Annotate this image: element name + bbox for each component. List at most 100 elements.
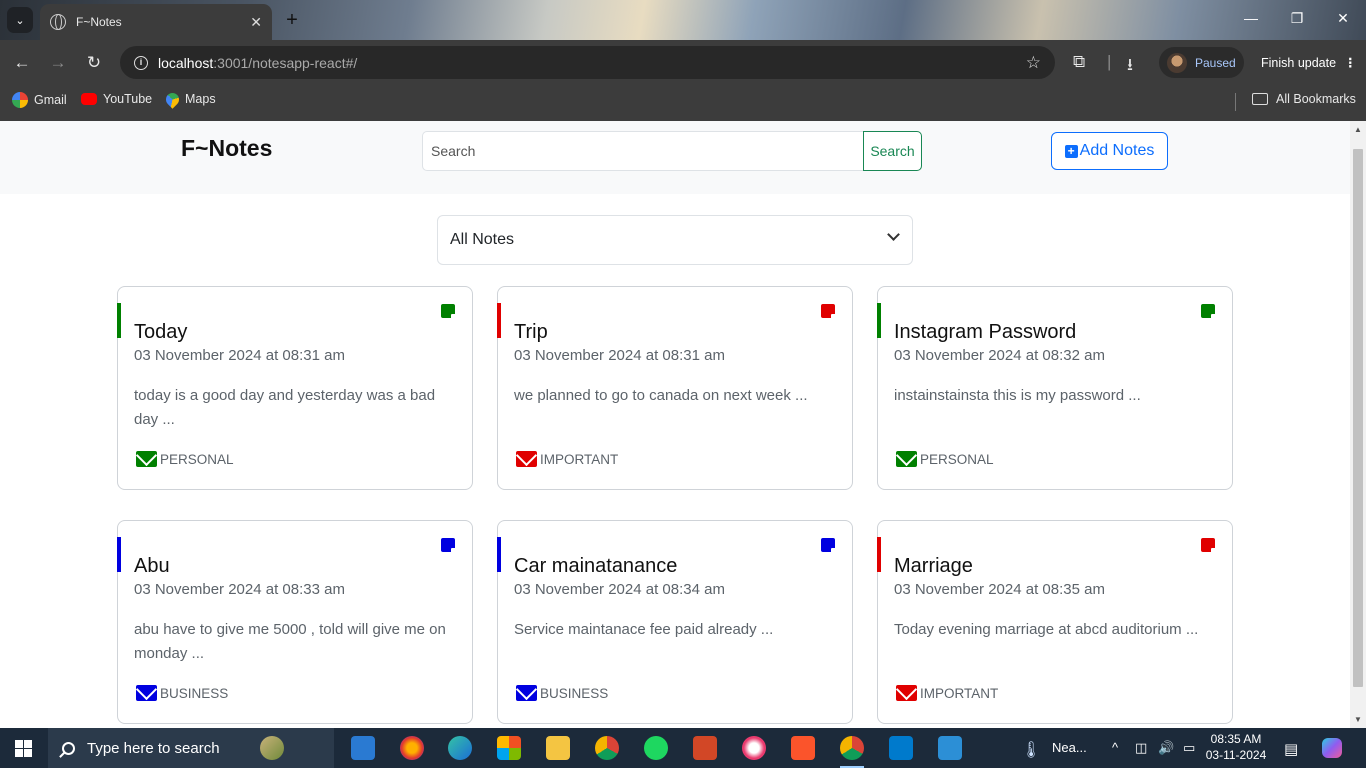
powerpoint-icon[interactable] — [693, 736, 717, 760]
meet-icon[interactable]: ◫ — [1135, 740, 1147, 756]
note-card[interactable]: Marriage 03 November 2024 at 08:35 am Toda… — [877, 520, 1233, 724]
finish-update-label: Finish update — [1261, 55, 1337, 70]
photos-icon[interactable] — [938, 736, 962, 760]
back-button[interactable]: ← — [11, 52, 33, 74]
tab-close-icon[interactable]: ✕ — [250, 14, 262, 31]
copilot-icon[interactable] — [1322, 738, 1342, 758]
note-body: Service maintanace fee paid already ... — [514, 621, 774, 638]
bookmarks-separator — [1235, 93, 1236, 111]
chevron-down-icon — [887, 228, 900, 241]
all-bookmarks-label: All Bookmarks — [1276, 92, 1356, 106]
note-color-square-icon[interactable] — [1201, 304, 1216, 319]
brave-icon[interactable] — [791, 736, 815, 760]
note-date: 03 November 2024 at 08:34 am — [514, 581, 725, 598]
reload-button[interactable]: ↻ — [83, 52, 105, 74]
note-date: 03 November 2024 at 08:35 am — [894, 581, 1105, 598]
browser-toolbar: ← → ↻ i localhost:3001/notesapp-react#/ … — [0, 40, 1366, 84]
all-bookmarks-button[interactable]: All Bookmarks — [1252, 92, 1356, 106]
vscode-icon[interactable] — [889, 736, 913, 760]
browser-tab[interactable]: F~Notes ✕ — [40, 4, 272, 40]
note-card[interactable]: Abu 03 November 2024 at 08:33 am abu have … — [117, 520, 473, 724]
note-tag: IMPORTANT — [896, 685, 998, 701]
itunes-icon[interactable] — [742, 736, 766, 760]
bookmarks-bar: Gmail YouTube Maps All Bookmarks — [0, 84, 1366, 121]
bookmark-star-icon[interactable]: ☆ — [1026, 53, 1041, 73]
finish-update-button[interactable]: Finish update ⋮ — [1252, 47, 1362, 78]
profile-button[interactable]: Paused — [1159, 47, 1244, 78]
chrome-active-icon[interactable] — [840, 736, 864, 768]
page-content: F~Notes Search + Add Notes All Notes Tod… — [0, 121, 1350, 728]
notes-filter-select[interactable]: All Notes — [437, 215, 913, 265]
page-scrollbar[interactable]: ▲ ▼ — [1350, 121, 1366, 728]
search-input[interactable] — [422, 131, 864, 171]
forward-button[interactable]: → — [47, 52, 69, 74]
note-title: Marriage — [894, 555, 973, 577]
download-icon[interactable]: ⭳ — [1127, 52, 1133, 81]
globe-icon — [50, 14, 66, 30]
windows-start-icon[interactable] — [15, 740, 32, 757]
taskbar-clock[interactable]: 08:35 AM 03-11-2024 — [1204, 731, 1268, 763]
site-info-icon[interactable]: i — [134, 55, 148, 70]
notifications-icon[interactable]: ▤ — [1284, 740, 1298, 758]
clock-time: 08:35 AM — [1210, 732, 1262, 746]
mail-icon[interactable] — [351, 736, 375, 760]
add-notes-button[interactable]: + Add Notes — [1051, 132, 1168, 170]
note-body: today is a good day and yesterday was a … — [134, 387, 436, 428]
maps-icon — [163, 89, 182, 109]
note-card[interactable]: Instagram Password 03 November 2024 at 08… — [877, 286, 1233, 490]
tray-overflow-icon[interactable]: ^ — [1112, 740, 1118, 755]
search-button[interactable]: Search — [863, 131, 922, 171]
note-color-square-icon[interactable] — [821, 538, 836, 553]
note-date: 03 November 2024 at 08:33 am — [134, 581, 345, 598]
address-bar[interactable]: i localhost:3001/notesapp-react#/ ☆ — [120, 46, 1055, 79]
file-explorer-icon[interactable] — [546, 736, 570, 760]
taskbar-search[interactable]: Type here to search — [48, 728, 334, 768]
note-card[interactable]: Trip 03 November 2024 at 08:31 am we plann… — [497, 286, 853, 490]
app-navbar: F~Notes Search + Add Notes — [0, 121, 1350, 194]
note-date: 03 November 2024 at 08:31 am — [134, 347, 345, 364]
extensions-icon[interactable]: ⧉ — [1073, 52, 1085, 72]
spotify-icon[interactable] — [644, 736, 668, 760]
minimize-button[interactable]: — — [1241, 10, 1261, 26]
network-icon[interactable]: ▭ — [1183, 740, 1195, 756]
note-card[interactable]: Car mainatanance 03 November 2024 at 08:3… — [497, 520, 853, 724]
note-color-square-icon[interactable] — [441, 538, 456, 553]
firefox-icon[interactable] — [400, 736, 424, 760]
note-body: instainstainsta this is my password ... — [894, 387, 1141, 404]
note-title: Abu — [134, 555, 170, 577]
search-icon — [62, 741, 75, 755]
volume-icon[interactable]: 🔊 — [1158, 740, 1174, 756]
store-icon[interactable] — [497, 736, 521, 760]
url-host: localhost — [158, 54, 214, 71]
note-color-square-icon[interactable] — [1201, 538, 1216, 553]
scrollbar-thumb[interactable] — [1353, 149, 1363, 687]
bookmark-label: Maps — [185, 92, 216, 106]
weather-text[interactable]: Nea... — [1052, 740, 1087, 755]
note-tag: IMPORTANT — [516, 451, 618, 467]
note-color-square-icon[interactable] — [441, 304, 456, 319]
thermometer-icon[interactable]: 🌡 — [1021, 740, 1041, 760]
widgets-icon[interactable] — [260, 736, 284, 760]
filter-selected-value: All Notes — [450, 231, 515, 248]
app-brand[interactable]: F~Notes — [181, 135, 272, 162]
edge-icon[interactable] — [448, 736, 472, 760]
windows-taskbar: Type here to search 🌡 Nea... ^ ◫ 🔊 ▭ 08:… — [0, 728, 1366, 768]
bookmark-gmail[interactable]: Gmail — [12, 92, 67, 108]
tab-search-button[interactable]: ⌄ — [7, 7, 33, 33]
envelope-icon — [516, 451, 537, 467]
restore-button[interactable]: ❐ — [1287, 10, 1307, 27]
url-path: :3001/notesapp-react#/ — [213, 54, 358, 71]
bookmark-maps[interactable]: Maps — [163, 89, 216, 109]
note-title: Car mainatanance — [514, 555, 678, 577]
new-tab-button[interactable]: + — [281, 9, 303, 31]
bookmark-youtube[interactable]: YouTube — [81, 92, 152, 106]
note-date: 03 November 2024 at 08:32 am — [894, 347, 1105, 364]
scroll-down-icon[interactable]: ▼ — [1354, 715, 1362, 724]
close-window-button[interactable]: ✕ — [1333, 10, 1353, 27]
note-color-square-icon[interactable] — [821, 304, 836, 319]
browser-titlebar: ⌄ F~Notes ✕ + — ❐ ✕ — [0, 0, 1366, 40]
menu-icon: ⋮ — [1344, 56, 1357, 70]
note-card[interactable]: Today 03 November 2024 at 08:31 am today i… — [117, 286, 473, 490]
chrome-icon[interactable] — [595, 736, 619, 760]
scroll-up-icon[interactable]: ▲ — [1354, 125, 1362, 134]
